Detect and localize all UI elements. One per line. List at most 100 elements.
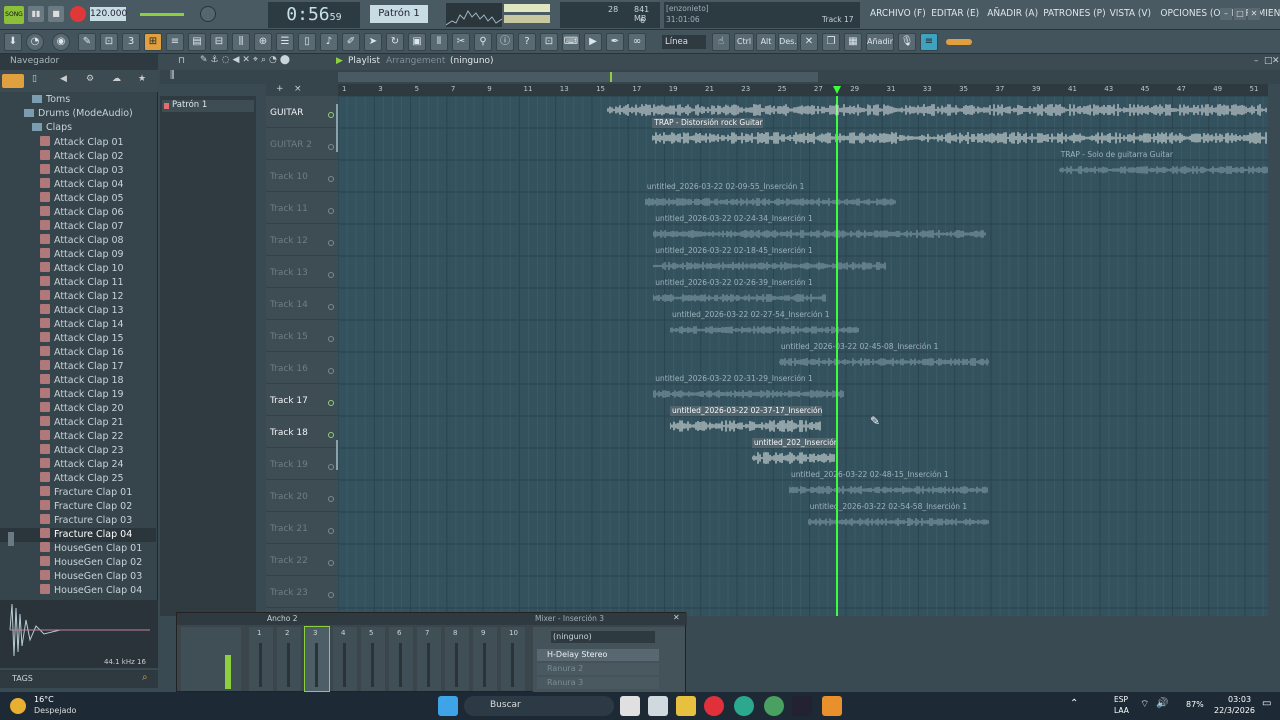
- browser-file-item[interactable]: Attack Clap 15: [0, 332, 156, 346]
- mixer-channel-strip[interactable]: 7: [417, 627, 441, 691]
- browser-file-item[interactable]: Fracture Clap 03: [0, 514, 156, 528]
- playlist-minimize[interactable]: –: [1254, 56, 1259, 66]
- playlist-icon[interactable]: ≡: [166, 33, 184, 51]
- browser-folder-item[interactable]: Drums (ModeAudio): [0, 108, 156, 122]
- opera-icon[interactable]: [704, 696, 724, 716]
- browser-star-icon[interactable]: ★: [138, 74, 146, 84]
- file-icon[interactable]: ▯: [298, 33, 316, 51]
- mic-input-icon[interactable]: 🎙: [898, 33, 916, 51]
- menu-item-5[interactable]: OPCIONES (O): [1160, 8, 1224, 19]
- browser-file-item[interactable]: Fracture Clap 02: [0, 500, 156, 514]
- mixer-fader[interactable]: [315, 643, 318, 687]
- track-header[interactable]: Track 10: [266, 160, 338, 192]
- browser-scrollbar[interactable]: [8, 532, 14, 546]
- lang-indicator[interactable]: ESP: [1114, 695, 1128, 704]
- browser-file-item[interactable]: Attack Clap 17: [0, 360, 156, 374]
- audio-clip[interactable]: untitled_2026-03-22 02-48-15_Inserción 1: [789, 470, 989, 502]
- remove-track-icon[interactable]: ×: [294, 84, 302, 94]
- track-header[interactable]: Track 18: [266, 416, 338, 448]
- browser-file-item[interactable]: Attack Clap 11: [0, 276, 156, 290]
- track-mute-led[interactable]: [328, 304, 334, 310]
- browser-file-item[interactable]: Attack Clap 23: [0, 444, 156, 458]
- stop-button[interactable]: ■: [48, 6, 64, 22]
- clock-time[interactable]: 03:03: [1228, 695, 1251, 704]
- browser-file-item[interactable]: Attack Clap 19: [0, 388, 156, 402]
- audio-clip[interactable]: untitled_2026-03-22 02-27-54_Inserción 1: [670, 310, 859, 342]
- taskview-icon[interactable]: [620, 696, 640, 716]
- browser-file-item[interactable]: Attack Clap 03: [0, 164, 156, 178]
- track-header[interactable]: Track 17: [266, 384, 338, 416]
- undo-button[interactable]: Des.: [778, 33, 798, 51]
- pattern-item[interactable]: Patrón 1: [162, 100, 254, 112]
- pen-icon[interactable]: ✒: [606, 33, 624, 51]
- tags-search-icon[interactable]: ⌕: [142, 672, 148, 683]
- track-header[interactable]: Track 22: [266, 544, 338, 576]
- playhead[interactable]: [835, 96, 838, 616]
- browser-folder-item[interactable]: Toms: [0, 94, 156, 108]
- keyboard-icon[interactable]: ⌨: [562, 33, 580, 51]
- window-icon[interactable]: ⊡: [540, 33, 558, 51]
- browser-file-item[interactable]: Attack Clap 10: [0, 262, 156, 276]
- mixer-fader[interactable]: [511, 643, 514, 687]
- download-icon[interactable]: ⬇: [4, 33, 22, 51]
- metronome-icon[interactable]: ◔: [26, 33, 44, 51]
- browser-file-item[interactable]: Attack Clap 22: [0, 430, 156, 444]
- track-mute-led[interactable]: [328, 176, 334, 182]
- mixer-fader[interactable]: [287, 643, 290, 687]
- browser-file-item[interactable]: HouseGen Clap 02: [0, 556, 156, 570]
- mixer-fader[interactable]: [343, 643, 346, 687]
- browser-file-item[interactable]: Attack Clap 05: [0, 192, 156, 206]
- tray-up-icon[interactable]: ⌃: [1070, 698, 1078, 709]
- explorer-icon[interactable]: [676, 696, 696, 716]
- browser-folder-item[interactable]: Claps: [0, 122, 156, 136]
- track-mute-led[interactable]: [328, 592, 334, 598]
- tempo-display[interactable]: 120.000: [90, 7, 127, 21]
- timeline-ruler[interactable]: 1 3 5 7 9 11 13 15 17 19 21 23 25 27 29 31 33 35 37 39 41 43 4…: [338, 84, 1268, 96]
- lang-indicator-2[interactable]: LAA: [1114, 706, 1129, 715]
- track-header[interactable]: Track 16: [266, 352, 338, 384]
- mixer-icon[interactable]: ⫼: [232, 33, 250, 51]
- countdown-icon[interactable]: 3: [122, 33, 140, 51]
- piano-roll-icon[interactable]: ▤: [188, 33, 206, 51]
- browser-file-item[interactable]: Attack Clap 01: [0, 136, 156, 150]
- weather-icon[interactable]: [10, 698, 26, 714]
- playlist-tools-icons[interactable]: ✎⚓◌◀✕⌖⌕◔⬤: [200, 55, 293, 65]
- track-mute-led[interactable]: [328, 272, 334, 278]
- browser-all-button[interactable]: [2, 74, 24, 88]
- track-mute-led[interactable]: [328, 240, 334, 246]
- edge-icon[interactable]: [734, 696, 754, 716]
- browser-back-icon[interactable]: ◀: [60, 74, 67, 84]
- help-icon[interactable]: ?: [518, 33, 536, 51]
- battery-level[interactable]: 87%: [1186, 700, 1204, 709]
- mic-icon[interactable]: ♪: [320, 33, 338, 51]
- track-header[interactable]: Track 23: [266, 576, 338, 608]
- browser-cloud-icon[interactable]: ☁: [112, 74, 121, 84]
- time-display[interactable]: 0:5659: [268, 2, 360, 28]
- blend-notes-icon[interactable]: ⊞: [144, 33, 162, 51]
- next-icon[interactable]: ▶: [584, 33, 602, 51]
- track-header[interactable]: Track 13: [266, 256, 338, 288]
- track-mute-led[interactable]: [328, 528, 334, 534]
- mixer-fader[interactable]: [427, 643, 430, 687]
- playlist-play-icon[interactable]: ▶: [336, 56, 343, 66]
- add-button[interactable]: Añadir: [866, 33, 894, 51]
- browser-file-item[interactable]: HouseGen Clap 01: [0, 542, 156, 556]
- volume-icon[interactable]: 🔊: [1156, 698, 1168, 709]
- mixer-fx-slot-3[interactable]: Ranura 3: [537, 677, 659, 689]
- touch-icon[interactable]: ☝: [712, 33, 730, 51]
- audio-clip[interactable]: TRAP - Solo de guitarra Guitar: [1058, 150, 1268, 182]
- playlist-grid[interactable]: TRAP - Distorsión rock Guitar TRAP - Solo…: [338, 96, 1268, 616]
- mixer-fader[interactable]: [371, 643, 374, 687]
- refresh-icon[interactable]: ↻: [386, 33, 404, 51]
- audio-clip[interactable]: untitled_2026-03-22 02-37-17_Inserción 1: [670, 406, 822, 438]
- mixer-close[interactable]: ✕: [673, 613, 680, 622]
- mixer-channel-strip[interactable]: 6: [389, 627, 413, 691]
- playlist-pattern-select[interactable]: (ninguno): [450, 56, 494, 66]
- info-icon[interactable]: ⓘ: [496, 33, 514, 51]
- track-mute-led[interactable]: [328, 400, 334, 406]
- chain-icon[interactable]: ∞: [628, 33, 646, 51]
- channel-rack-icon[interactable]: ⊟: [210, 33, 228, 51]
- pitch-knob[interactable]: [200, 6, 216, 22]
- browser-file-item[interactable]: Attack Clap 25: [0, 472, 156, 486]
- menu-item-0[interactable]: ARCHIVO (F): [870, 8, 926, 19]
